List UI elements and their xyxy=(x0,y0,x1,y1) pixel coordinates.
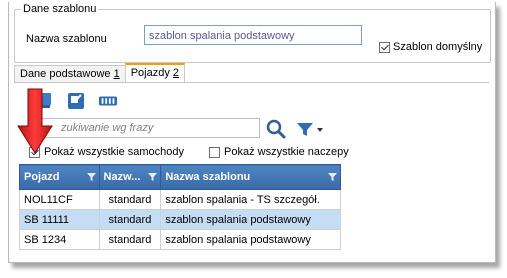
show-all-trailers-check-box[interactable] xyxy=(209,146,220,158)
grid-header-row: Pojazd Nazw... Nazwa szablonu xyxy=(19,164,341,190)
filter-dropdown-icon[interactable] xyxy=(296,121,324,137)
cell-vehicle[interactable]: SB 11111 xyxy=(19,209,100,230)
default-template-label: Szablon domyślny xyxy=(393,41,483,53)
vehicles-grid: Pojazd Nazw... Nazwa szablonu NOL11CF st… xyxy=(19,164,341,250)
cell-template-name[interactable]: szablon spalania - TS szczegół. xyxy=(160,189,341,210)
cell-template-name[interactable]: szablon spalania podstawowy xyxy=(160,229,341,250)
group-title: Dane szablonu xyxy=(21,3,99,15)
show-all-trailers-checkbox[interactable]: Pokaż wszystkie naczepy xyxy=(209,146,349,158)
default-template-check-box[interactable] xyxy=(379,41,390,53)
edit-icon xyxy=(68,93,84,109)
tab-vehicles[interactable]: Pojazdy 2 xyxy=(124,63,186,83)
template-editor-window: Dane szablonu Nazwa szablonu szablon spa… xyxy=(8,2,496,263)
search-icon[interactable] xyxy=(265,118,287,140)
table-row[interactable]: NOL11CF standard szablon spalania - TS s… xyxy=(19,189,341,210)
column-header-template-name[interactable]: Nazwa szablonu xyxy=(160,164,341,190)
multi-link-icon xyxy=(98,96,118,106)
cell-type[interactable]: standard xyxy=(98,209,162,230)
column-header-type-label: Nazw... xyxy=(103,171,141,183)
tab-vehicles-label: Pojazdy xyxy=(130,67,170,79)
column-header-template-name-label: Nazwa szablonu xyxy=(165,171,251,183)
tab-basic-data[interactable]: Dane podstawowe 1 xyxy=(14,65,126,82)
multi-link-button[interactable] xyxy=(98,92,118,110)
column-filter-icon[interactable] xyxy=(86,173,96,181)
search-input[interactable]: zukiwanie wg frazy xyxy=(32,118,260,138)
cell-vehicle[interactable]: SB 1234 xyxy=(19,229,100,250)
tab-strip: Dane podstawowe 1 Pojazdy 2 xyxy=(14,63,186,83)
column-filter-icon[interactable] xyxy=(328,173,337,181)
tab-vehicles-key: 2 xyxy=(172,67,180,79)
cell-vehicle[interactable]: NOL11CF xyxy=(19,189,100,210)
show-all-vehicles-label: Pokaż wszystkie samochody xyxy=(44,146,184,158)
column-filter-icon[interactable] xyxy=(148,173,158,181)
edit-button[interactable] xyxy=(66,92,86,110)
column-header-type[interactable]: Nazw... xyxy=(98,164,162,190)
show-all-trailers-label: Pokaż wszystkie naczepy xyxy=(224,146,349,158)
default-template-checkbox[interactable]: Szablon domyślny xyxy=(379,41,482,53)
red-arrow-icon xyxy=(17,88,53,154)
column-header-vehicle[interactable]: Pojazd xyxy=(19,164,100,190)
template-name-input[interactable]: szablon spalania podstawowy xyxy=(144,25,362,45)
cell-type[interactable]: standard xyxy=(98,229,162,250)
tab-basic-data-label: Dane podstawowe xyxy=(20,68,111,80)
table-row[interactable]: SB 11111 standard szablon spalania podst… xyxy=(19,209,341,230)
cell-template-name[interactable]: szablon spalania podstawowy xyxy=(160,209,341,230)
template-name-label: Nazwa szablonu xyxy=(26,33,107,45)
tab-basic-data-key: 1 xyxy=(113,68,120,80)
tab-divider xyxy=(14,82,489,83)
table-row[interactable]: SB 1234 standard szablon spalania podsta… xyxy=(19,229,341,250)
column-header-vehicle-label: Pojazd xyxy=(24,171,60,183)
cell-type[interactable]: standard xyxy=(98,189,162,210)
